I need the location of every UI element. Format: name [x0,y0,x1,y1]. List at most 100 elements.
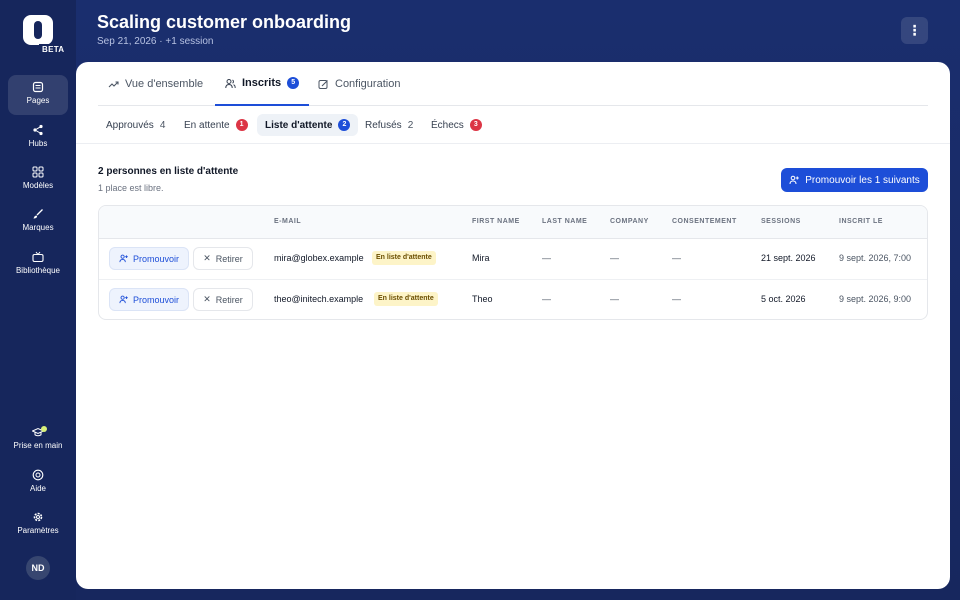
tab-inscrits[interactable]: Inscrits 5 [215,62,310,106]
tab-label: Vue d'ensemble [125,78,204,90]
sidebar-item-modeles[interactable]: Modèles [8,160,68,200]
sidebar: BETA Pages Hubs Modèles Marques Biblioth… [0,0,76,600]
tab-label: Configuration [335,78,401,90]
sidebar-item-label: Prise en main [13,441,63,450]
remove-button[interactable]: ✕ Retirer [193,247,253,270]
subtab-label: Approuvés [106,119,154,131]
cell-session: 5 oct. 2026 [761,294,806,304]
subtab-badge: 1 [235,119,248,131]
column-header-first-name[interactable]: FIRST NAME [472,218,520,225]
beta-badge: BETA [39,44,68,55]
column-header-company[interactable]: COMPANY [610,218,649,225]
sidebar-item-marques[interactable]: Marques [8,202,68,242]
tab-label: Inscrits [242,77,282,89]
edit-icon [318,79,328,89]
sidebar-item-label: Marques [22,223,54,232]
table-row: Promouvoir ✕ Retirer theo@initech.exampl… [99,280,927,319]
trend-icon [108,80,119,87]
column-header-registered[interactable]: INSCRIT LE [839,218,883,225]
users-icon [225,78,236,88]
cell-session: 21 sept. 2026 [761,253,816,263]
sidebar-item-label: Hubs [28,139,48,148]
column-header-email[interactable]: E-MAIL [274,218,301,225]
sidebar-item-bibliotheque[interactable]: Bibliothèque [8,245,68,285]
cell-email: mira@globex.example [274,253,364,263]
waitlist-summary: 2 personnes en liste d'attente [98,166,239,177]
user-plus-icon [789,175,800,185]
column-header-sessions[interactable]: SESSIONS [761,218,801,225]
cell-consent: — [672,294,681,304]
brush-icon [33,209,43,219]
sidebar-item-label: Modèles [22,181,54,190]
user-plus-icon [119,254,128,263]
lifebuoy-icon [32,469,44,481]
pages-icon [32,81,44,93]
cell-registered: 9 sept. 2026, 9:00 [839,294,912,304]
table-row: Promouvoir ✕ Retirer mira@globex.example… [99,239,927,280]
column-header-last-name[interactable]: LAST NAME [542,218,587,225]
subtab-approuves[interactable]: Approuvés 4 [98,114,173,136]
cell-email: theo@initech.example [274,294,364,304]
main-card: Vue d'ensemble Inscrits 5 Configuration … [76,62,950,589]
remove-label: Retirer [215,253,243,264]
remove-button[interactable]: ✕ Retirer [193,288,253,311]
gear-icon [33,512,43,522]
sidebar-item-parametres[interactable]: Paramètres [8,505,68,545]
status-badge: En liste d'attente [372,251,436,265]
subtab-count: 2 [407,119,414,131]
waitlist-table: E-MAIL FIRST NAME LAST NAME COMPANY CONS… [98,205,928,320]
sidebar-item-hubs[interactable]: Hubs [8,118,68,158]
cell-consent: — [672,253,681,263]
close-icon: ✕ [203,294,211,304]
cell-last-name: — [542,294,551,304]
remove-label: Retirer [215,294,243,305]
promote-button[interactable]: Promouvoir [109,288,189,311]
tv-icon [32,251,44,263]
subtab-en-attente[interactable]: En attente 1 [176,114,256,136]
sidebar-item-label: Pages [26,96,50,105]
grid-icon [32,166,44,178]
promote-next-label: Promouvoir les 1 suivants [805,174,920,186]
sidebar-item-pages[interactable]: Pages [8,75,68,115]
page-subtitle: Sep 21, 2026 · +1 session [97,36,214,47]
cell-first-name: Theo [472,294,493,304]
sidebar-item-label: Paramètres [17,526,59,535]
status-filter-bar: Approuvés 4 En attente 1 Liste d'attente… [76,106,950,144]
subtab-liste-attente[interactable]: Liste d'attente 2 [257,114,359,136]
page-title: Scaling customer onboarding [97,12,352,32]
subtab-badge: 2 [338,119,351,131]
subtab-label: Refusés [365,119,402,131]
tab-count-badge: 5 [287,77,300,89]
waitlist-capacity: 1 place est libre. [98,183,164,193]
sidebar-item-aide[interactable]: Aide [8,463,68,503]
column-header-consent[interactable]: CONSENTEMENT [672,218,737,225]
avatar[interactable]: ND [26,556,50,580]
sidebar-item-label: Bibliothèque [15,266,61,275]
subtab-echecs[interactable]: Échecs 3 [423,114,490,136]
app-logo[interactable] [23,15,53,45]
sidebar-item-prise-en-main[interactable]: Prise en main [8,420,68,460]
user-plus-icon [119,295,128,304]
promote-label: Promouvoir [132,253,179,264]
promote-button[interactable]: Promouvoir [109,247,189,270]
subtab-label: Échecs [431,119,464,131]
table-header: E-MAIL FIRST NAME LAST NAME COMPANY CONS… [99,206,927,239]
promote-label: Promouvoir [132,294,179,305]
more-vertical-icon: ⋮ [907,22,922,38]
cell-last-name: — [542,253,551,263]
subtab-refuses[interactable]: Refusés 2 [357,114,421,136]
tab-configuration[interactable]: Configuration [308,62,410,106]
promote-next-button[interactable]: Promouvoir les 1 suivants [781,168,928,192]
tab-bar: Vue d'ensemble Inscrits 5 Configuration [98,62,928,106]
more-options-button[interactable]: ⋮ [901,17,928,44]
cell-registered: 9 sept. 2026, 7:00 [839,253,912,263]
status-badge: En liste d'attente [374,292,438,306]
subtab-badge: 3 [469,119,482,131]
sidebar-item-label: Aide [29,484,46,493]
subtab-label: En attente [184,119,230,131]
tab-vue-ensemble[interactable]: Vue d'ensemble [98,62,213,106]
cell-first-name: Mira [472,253,490,263]
cell-company: — [610,294,619,304]
close-icon: ✕ [203,253,211,263]
subtab-label: Liste d'attente [265,119,333,131]
